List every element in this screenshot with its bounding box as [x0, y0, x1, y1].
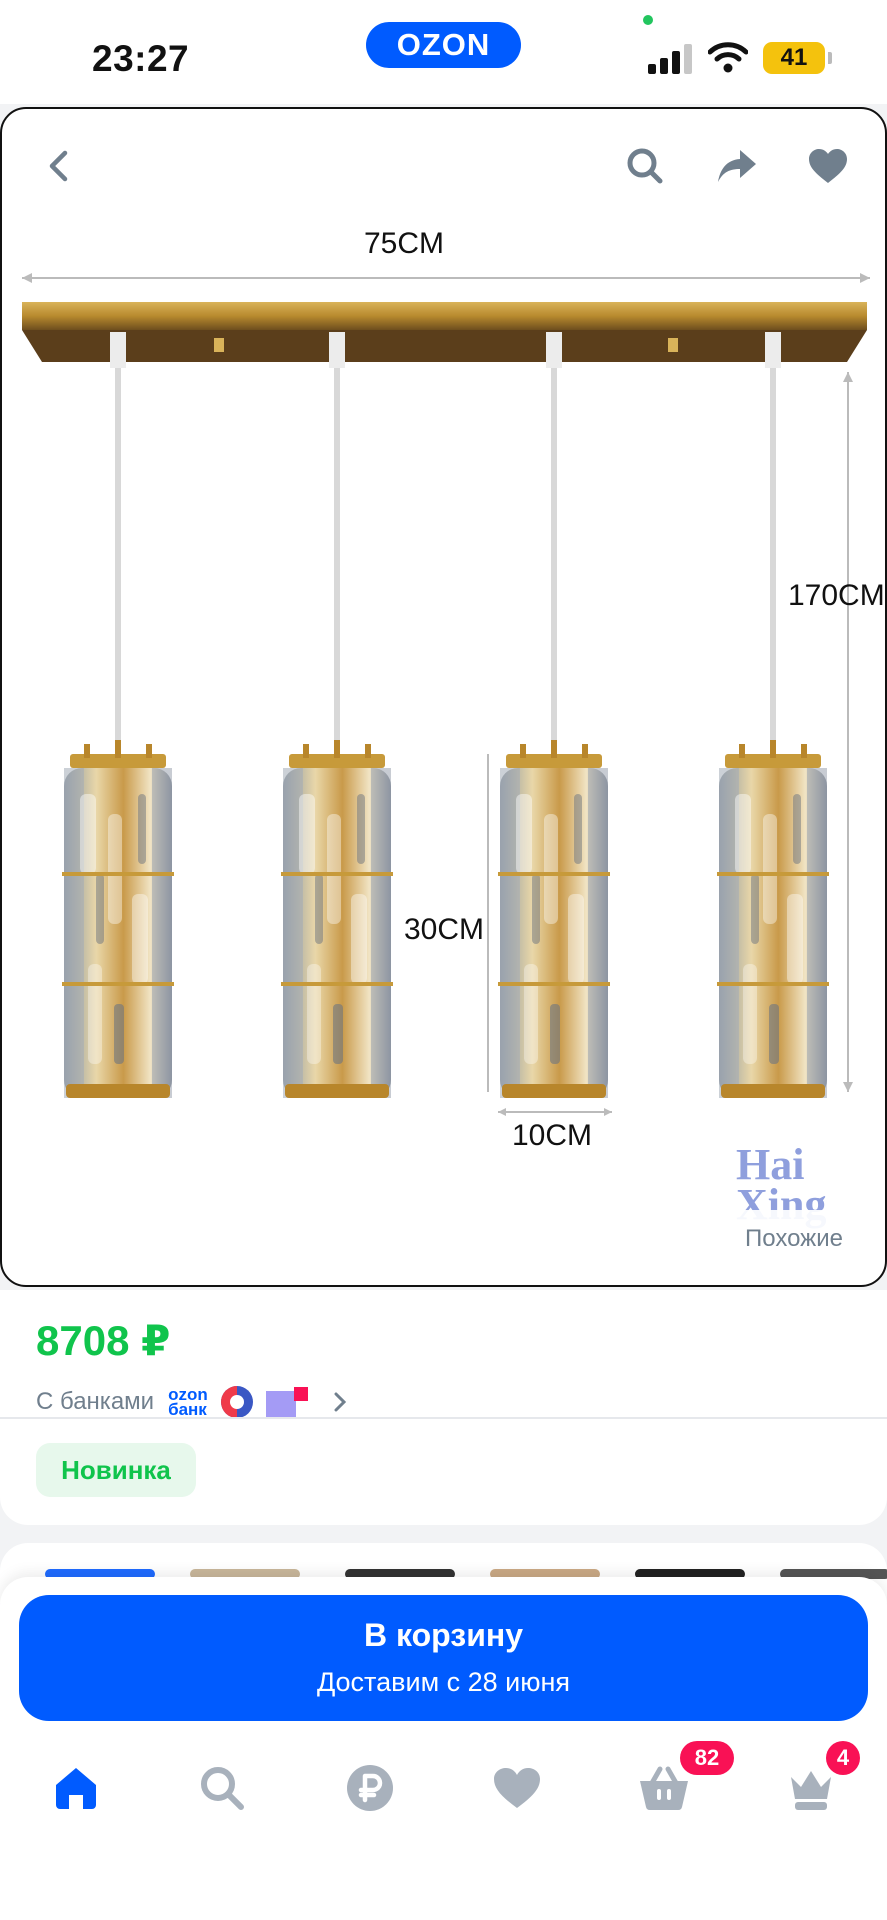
favorite-button[interactable]	[788, 126, 868, 206]
dimension-width-label: 75CM	[364, 227, 445, 260]
add-to-cart-button[interactable]: В корзину Доставим с 28 июня	[19, 1595, 868, 1721]
status-bar: 23:27 OZON 41	[0, 0, 887, 104]
ozon-bank-logo: ozon банк	[168, 1385, 208, 1419]
cart-count-badge: 82	[680, 1741, 734, 1775]
ruble-icon	[347, 1765, 393, 1811]
cellular-signal-icon	[648, 44, 694, 74]
divider	[0, 1417, 887, 1419]
price: 8708 ₽	[36, 1317, 171, 1364]
delivery-date-label: Доставим с 28 июня	[316, 1667, 571, 1697]
profile-notification-badge: 4	[826, 1741, 860, 1775]
basket-icon	[640, 1766, 688, 1811]
share-icon	[718, 150, 756, 182]
bank-logo-icon	[220, 1386, 253, 1418]
similar-button[interactable]: Похожие	[722, 1210, 866, 1268]
heart-icon	[494, 1768, 540, 1808]
tab-favorites[interactable]	[487, 1758, 547, 1818]
search-button[interactable]	[605, 126, 685, 206]
heart-icon	[809, 149, 847, 183]
crown-icon	[791, 1771, 831, 1810]
chandelier-illustration	[22, 273, 870, 1116]
tab-home[interactable]	[46, 1758, 106, 1818]
ozon-product-screen: 23:27 OZON 41 75CM 170CM 30CM 10CM Hai X…	[0, 0, 887, 1920]
share-button[interactable]	[697, 126, 777, 206]
bank-card-icon	[265, 1387, 308, 1417]
tab-search[interactable]	[192, 1758, 252, 1818]
chevron-right-icon	[334, 1392, 346, 1412]
battery-level: 41	[763, 42, 825, 74]
wifi-icon	[708, 42, 748, 73]
search-icon	[201, 1767, 244, 1810]
privacy-indicator-dot	[643, 15, 653, 25]
search-icon	[627, 148, 663, 184]
product-image[interactable]: 75CM 170CM 30CM 10CM	[0, 107, 887, 1287]
tab-finance[interactable]	[340, 1758, 400, 1818]
chevron-left-icon	[49, 150, 68, 182]
new-badge: Новинка	[36, 1443, 196, 1497]
dimension-total-height-label: 170CM	[788, 579, 885, 612]
product-info: 8708 ₽ С банками ozon банк Новинка	[0, 1290, 887, 1525]
bottom-panel: В корзину Доставим с 28 июня	[0, 1577, 887, 1920]
back-button[interactable]	[20, 126, 100, 206]
dimension-shade-width-label: 10CM	[512, 1119, 593, 1152]
ozon-app-pill[interactable]: OZON	[366, 22, 521, 68]
banks-label: С банками	[36, 1388, 155, 1415]
bank-offers-row[interactable]: С банками ozon банк	[36, 1382, 348, 1422]
add-to-cart-label: В корзину	[364, 1617, 523, 1653]
dimension-shade-height-label: 30CM	[404, 913, 485, 946]
battery-tip	[828, 52, 832, 64]
status-time: 23:27	[92, 38, 190, 79]
home-icon	[56, 1768, 96, 1809]
